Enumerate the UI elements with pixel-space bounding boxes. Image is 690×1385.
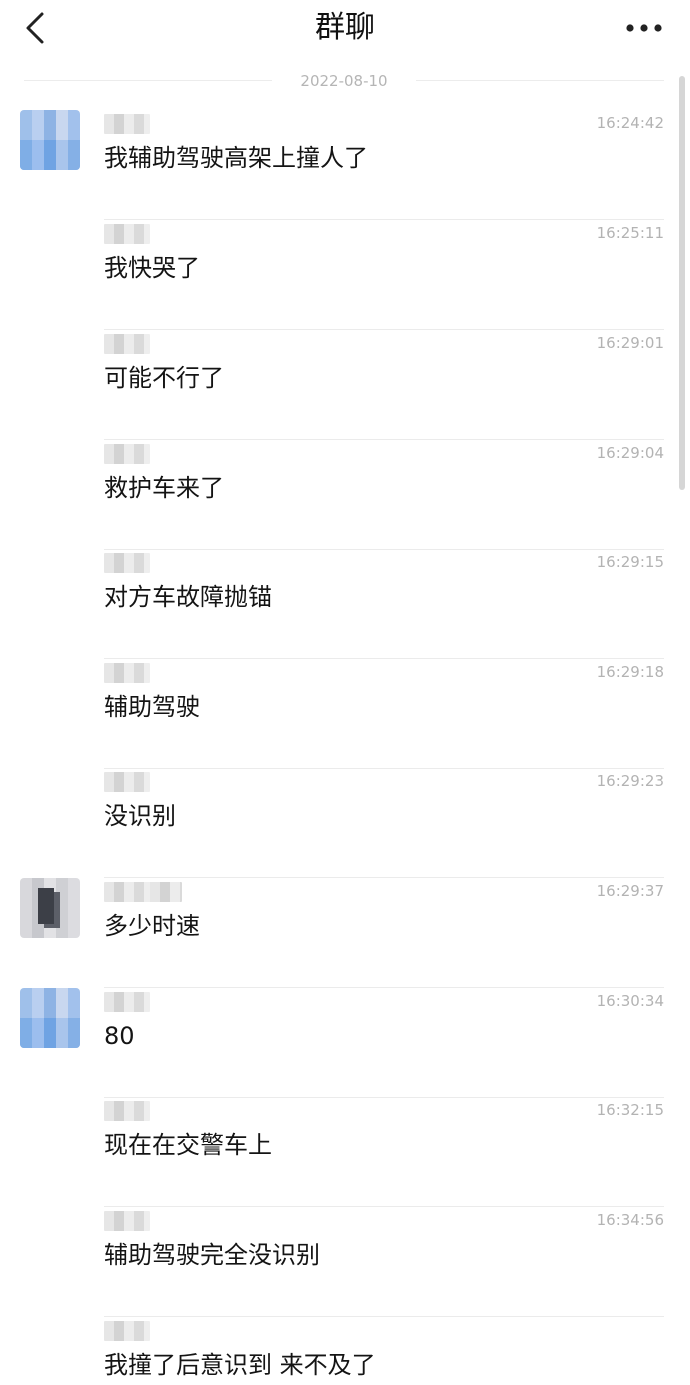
message-text: 我辅助驾驶高架上撞人了 (104, 144, 368, 172)
avatar[interactable] (20, 878, 80, 938)
message-time: 16:24:42 (596, 114, 664, 132)
sender-name-blurred (104, 334, 150, 354)
message-time: 16:30:34 (596, 992, 664, 1010)
message-time: 16:29:15 (596, 553, 664, 571)
message-time: 16:29:18 (596, 663, 664, 681)
message-text: 多少时速 (104, 912, 200, 940)
message-item[interactable]: 16:34:56 辅助驾驶完全没识别 (0, 1207, 690, 1317)
sender-name-blurred (104, 224, 150, 244)
message-text: 可能不行了 (104, 364, 224, 392)
message-item[interactable]: 16:29:23 没识别 (0, 768, 690, 878)
sender-name-blurred (104, 114, 150, 134)
sender-name-blurred (104, 553, 150, 573)
sender-name-blurred (104, 663, 150, 683)
message-text: 辅助驾驶 (104, 693, 200, 721)
navigation-bar: 群聊 (0, 0, 690, 58)
message-text: 对方车故障抛锚 (104, 583, 272, 611)
avatar[interactable] (20, 988, 80, 1048)
sender-name-blurred (104, 1321, 150, 1341)
sender-name-blurred (104, 444, 150, 464)
message-time: 16:29:37 (596, 882, 664, 900)
message-item[interactable]: 我撞了后意识到 来不及了 (0, 1317, 690, 1385)
sender-name-blurred (104, 882, 182, 902)
message-time: 16:32:15 (596, 1101, 664, 1119)
sender-name-blurred (104, 1211, 150, 1231)
avatar[interactable] (20, 110, 80, 170)
message-text: 80 (104, 1022, 135, 1050)
more-horizontal-icon (626, 24, 662, 32)
message-time: 16:29:23 (596, 772, 664, 790)
message-item[interactable]: 16:29:37 多少时速 (0, 878, 690, 988)
message-item[interactable]: 16:29:15 对方车故障抛锚 (0, 549, 690, 659)
message-item[interactable]: 16:29:18 辅助驾驶 (0, 659, 690, 769)
message-text: 没识别 (104, 802, 176, 830)
message-time: 16:29:01 (596, 334, 664, 352)
message-item[interactable]: 16:29:04 救护车来了 (0, 440, 690, 550)
message-item[interactable]: 16:32:15 现在在交警车上 (0, 1097, 690, 1207)
more-options-button[interactable] (624, 14, 664, 42)
message-text: 现在在交警车上 (104, 1131, 272, 1159)
message-text: 我快哭了 (104, 254, 200, 282)
message-item[interactable]: 16:30:34 80 (0, 988, 690, 1098)
date-separator-line-right (416, 80, 664, 81)
message-text: 我撞了后意识到 来不及了 (104, 1351, 376, 1379)
message-time: 16:25:11 (596, 224, 664, 242)
sender-name-blurred (104, 772, 150, 792)
date-separator: 2022-08-10 (24, 70, 664, 92)
page-title: 群聊 (315, 10, 375, 45)
sender-name-blurred (104, 1101, 150, 1121)
message-text: 辅助驾驶完全没识别 (104, 1241, 320, 1269)
message-item[interactable]: 16:24:42 我辅助驾驶高架上撞人了 (0, 110, 690, 220)
message-time: 16:34:56 (596, 1211, 664, 1229)
message-time: 16:29:04 (596, 444, 664, 462)
message-item[interactable]: 16:25:11 我快哭了 (0, 220, 690, 330)
message-item[interactable]: 16:29:01 可能不行了 (0, 330, 690, 440)
message-text: 救护车来了 (104, 474, 224, 502)
sender-name-blurred (104, 992, 150, 1012)
date-separator-text: 2022-08-10 (300, 72, 388, 90)
